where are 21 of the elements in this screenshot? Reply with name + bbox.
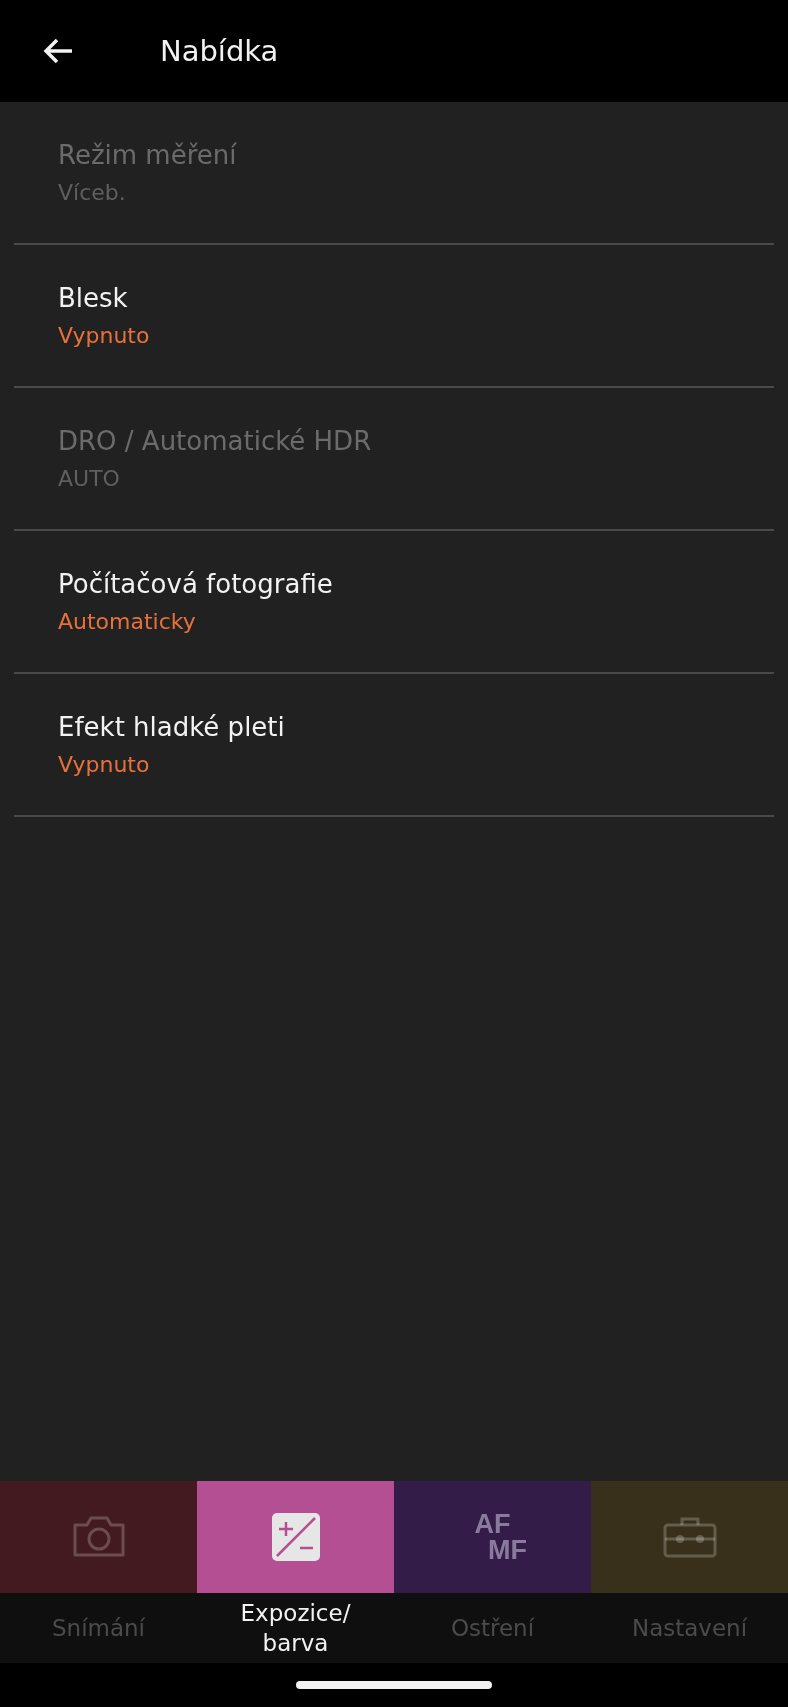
setting-label: DRO / Automatické HDR [58,426,373,456]
settings-item[interactable]: Efekt hladké pleti Vypnuto [14,674,774,817]
settings-item[interactable]: Počítačová fotografie Automaticky [14,531,774,674]
nav-tab[interactable]: Snímání [0,1481,197,1663]
af-mf-icon: AF MF [458,1511,527,1563]
setting-label: Blesk [58,283,129,313]
nav-tab[interactable]: Nastavení [591,1481,788,1663]
settings-item[interactable]: Blesk Vypnuto [14,245,774,388]
setting-value: Vypnuto [58,323,151,348]
setting-label: Režim měření [58,140,238,170]
nav-tab[interactable]: AF MF Ostření [394,1481,591,1663]
nav-tab[interactable]: Expozice/ barva [197,1481,394,1663]
header-title: Nabídka [160,34,279,68]
setting-value: Víceb. [58,180,127,205]
exposure-icon [271,1513,320,1561]
setting-value: Automaticky [58,609,197,634]
toolbox-icon [661,1515,718,1559]
setting-value: AUTO [58,466,121,491]
setting-label: Efekt hladké pleti [58,712,286,742]
setting-label: Počítačová fotografie [58,569,334,599]
setting-value: Vypnuto [58,752,151,777]
